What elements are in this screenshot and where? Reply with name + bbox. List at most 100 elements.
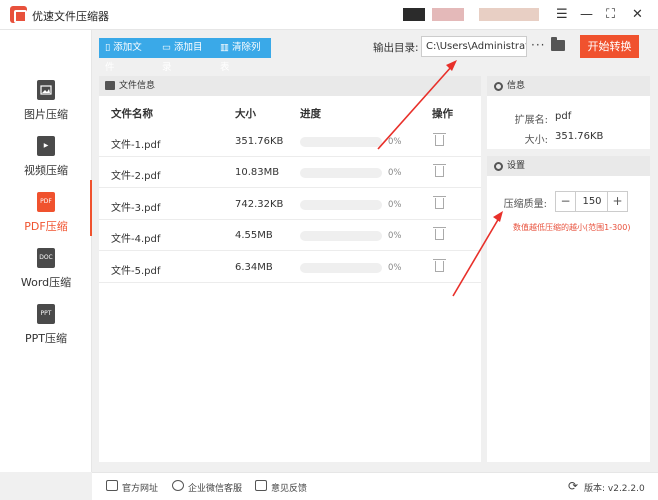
blurred-account-info: [403, 8, 425, 21]
sidebar-item-label: 图片压缩: [0, 106, 92, 122]
progress-bar: [300, 168, 382, 178]
chat-icon: [172, 480, 184, 491]
gear-icon: [494, 162, 503, 171]
quality-input[interactable]: 150: [577, 192, 607, 211]
file-icon: ▯: [105, 42, 110, 53]
edit-icon: [255, 480, 267, 491]
table-row[interactable]: 文件-3.pdf 742.32KB 0%: [99, 189, 481, 220]
sidebar-item-label: 视频压缩: [0, 162, 92, 178]
file-size: 6.34MB: [235, 262, 273, 273]
footer-bar: 官方网址 企业微信客服 意见反馈 ⟳ 版本: v2.2.2.0: [92, 472, 658, 500]
sidebar-item-pdf[interactable]: PDF PDF压缩: [0, 192, 92, 244]
progress-bar: [300, 200, 382, 210]
table-row[interactable]: 文件-5.pdf 6.34MB 0%: [99, 252, 481, 283]
progress-percent: 0%: [388, 200, 402, 210]
settings-panel-title: 设置: [507, 161, 525, 171]
sidebar-item-video[interactable]: ▶ 视频压缩: [0, 136, 92, 188]
column-header-progress: 进度: [300, 106, 321, 121]
video-icon: ▶: [37, 136, 55, 156]
add-file-label: 添加文件: [105, 42, 142, 73]
quality-stepper[interactable]: − 150 +: [555, 191, 628, 212]
progress-bar: [300, 137, 382, 147]
progress-bar: [300, 263, 382, 273]
table-row[interactable]: 文件-2.pdf 10.83MB 0%: [99, 157, 481, 188]
progress-percent: 0%: [388, 137, 402, 147]
info-panel-title: 信息: [507, 81, 525, 91]
image-icon: [37, 80, 55, 100]
sidebar: 图片压缩 ▶ 视频压缩 PDF PDF压缩 DOC Word压缩 PPT PPT…: [0, 30, 92, 472]
wechat-support-link[interactable]: 企业微信客服: [188, 481, 242, 494]
feedback-link[interactable]: 意见反馈: [271, 481, 307, 494]
column-header-action: 操作: [432, 106, 453, 121]
output-path-input[interactable]: C:\Users\Administrator\: [421, 36, 527, 57]
image-icon: [105, 81, 115, 90]
file-list-panel: 文件信息 文件名称 大小 进度 操作 文件-1.pdf 351.76KB 0% …: [99, 76, 481, 462]
file-name: 文件-2.pdf: [111, 167, 160, 182]
delete-icon[interactable]: [435, 198, 444, 209]
gear-icon: [494, 82, 503, 91]
website-link[interactable]: 官方网址: [122, 481, 158, 494]
delete-icon[interactable]: [435, 229, 444, 240]
delete-icon[interactable]: [435, 261, 444, 272]
pdf-icon: PDF: [37, 192, 55, 212]
file-panel-header: 文件信息: [99, 76, 481, 96]
progress-percent: 0%: [388, 263, 402, 273]
maximize-icon[interactable]: ⛶: [606, 7, 615, 23]
column-header-size: 大小: [235, 106, 256, 121]
sidebar-item-image[interactable]: 图片压缩: [0, 80, 92, 132]
menu-icon[interactable]: ☰: [556, 7, 568, 23]
progress-percent: 0%: [388, 231, 402, 241]
file-size: 4.55MB: [235, 230, 273, 241]
close-icon[interactable]: ✕: [632, 7, 643, 23]
settings-panel-header: 设置: [487, 156, 650, 176]
doc-icon: DOC: [37, 248, 55, 268]
trash-icon: ▥: [220, 42, 229, 53]
sidebar-item-ppt[interactable]: PPT PPT压缩: [0, 304, 92, 356]
sidebar-item-label: PDF压缩: [0, 218, 92, 234]
progress-percent: 0%: [388, 168, 402, 178]
start-convert-button[interactable]: 开始转换: [580, 35, 639, 58]
quality-hint: 数值越低压缩的越小(范围1-300): [513, 222, 631, 233]
extension-label: 扩展名:: [488, 111, 548, 126]
toolbar-button-group: ▯ 添加文件 ▭ 添加目录 ▥ 清除列表: [99, 38, 271, 58]
quality-label: 压缩质量:: [487, 195, 547, 210]
extension-value: pdf: [555, 111, 571, 122]
file-size: 10.83MB: [235, 167, 279, 178]
file-size: 351.76KB: [235, 136, 283, 147]
refresh-icon[interactable]: ⟳: [568, 479, 578, 493]
sidebar-item-label: PPT压缩: [0, 330, 92, 346]
add-file-button[interactable]: ▯ 添加文件: [99, 38, 156, 58]
file-name: 文件-3.pdf: [111, 199, 160, 214]
output-dir-label: 输出目录:: [373, 40, 419, 55]
add-directory-button[interactable]: ▭ 添加目录: [156, 38, 214, 58]
clear-list-button[interactable]: ▥ 清除列表: [214, 38, 271, 58]
ppt-icon: PPT: [37, 304, 55, 324]
blurred-account-info: [479, 8, 539, 21]
delete-icon[interactable]: [435, 166, 444, 177]
file-name: 文件-4.pdf: [111, 230, 160, 245]
file-panel-title: 文件信息: [119, 81, 155, 91]
sidebar-item-word[interactable]: DOC Word压缩: [0, 248, 92, 300]
table-row[interactable]: 文件-4.pdf 4.55MB 0%: [99, 220, 481, 251]
column-header-name: 文件名称: [111, 106, 153, 121]
minimize-icon[interactable]: —: [580, 7, 593, 23]
file-size: 742.32KB: [235, 199, 283, 210]
decrease-button[interactable]: −: [556, 192, 576, 211]
title-bar: 优速文件压缩器 ☰ — ⛶ ✕: [0, 0, 658, 30]
version-text: 版本: v2.2.2.0: [584, 481, 645, 494]
blurred-account-info: [432, 8, 464, 21]
monitor-icon: [106, 480, 118, 491]
file-name: 文件-5.pdf: [111, 262, 160, 277]
more-options-button[interactable]: ···: [531, 38, 545, 52]
app-logo-icon: [10, 6, 27, 23]
sidebar-active-indicator: [90, 180, 92, 236]
sidebar-item-label: Word压缩: [0, 274, 92, 290]
table-row[interactable]: 文件-1.pdf 351.76KB 0%: [99, 126, 481, 157]
app-title: 优速文件压缩器: [32, 8, 109, 24]
increase-button[interactable]: +: [607, 192, 627, 211]
folder-icon: ▭: [162, 42, 171, 53]
open-folder-icon[interactable]: [551, 40, 565, 51]
size-label: 大小:: [488, 131, 548, 146]
delete-icon[interactable]: [435, 135, 444, 146]
progress-bar: [300, 231, 382, 241]
